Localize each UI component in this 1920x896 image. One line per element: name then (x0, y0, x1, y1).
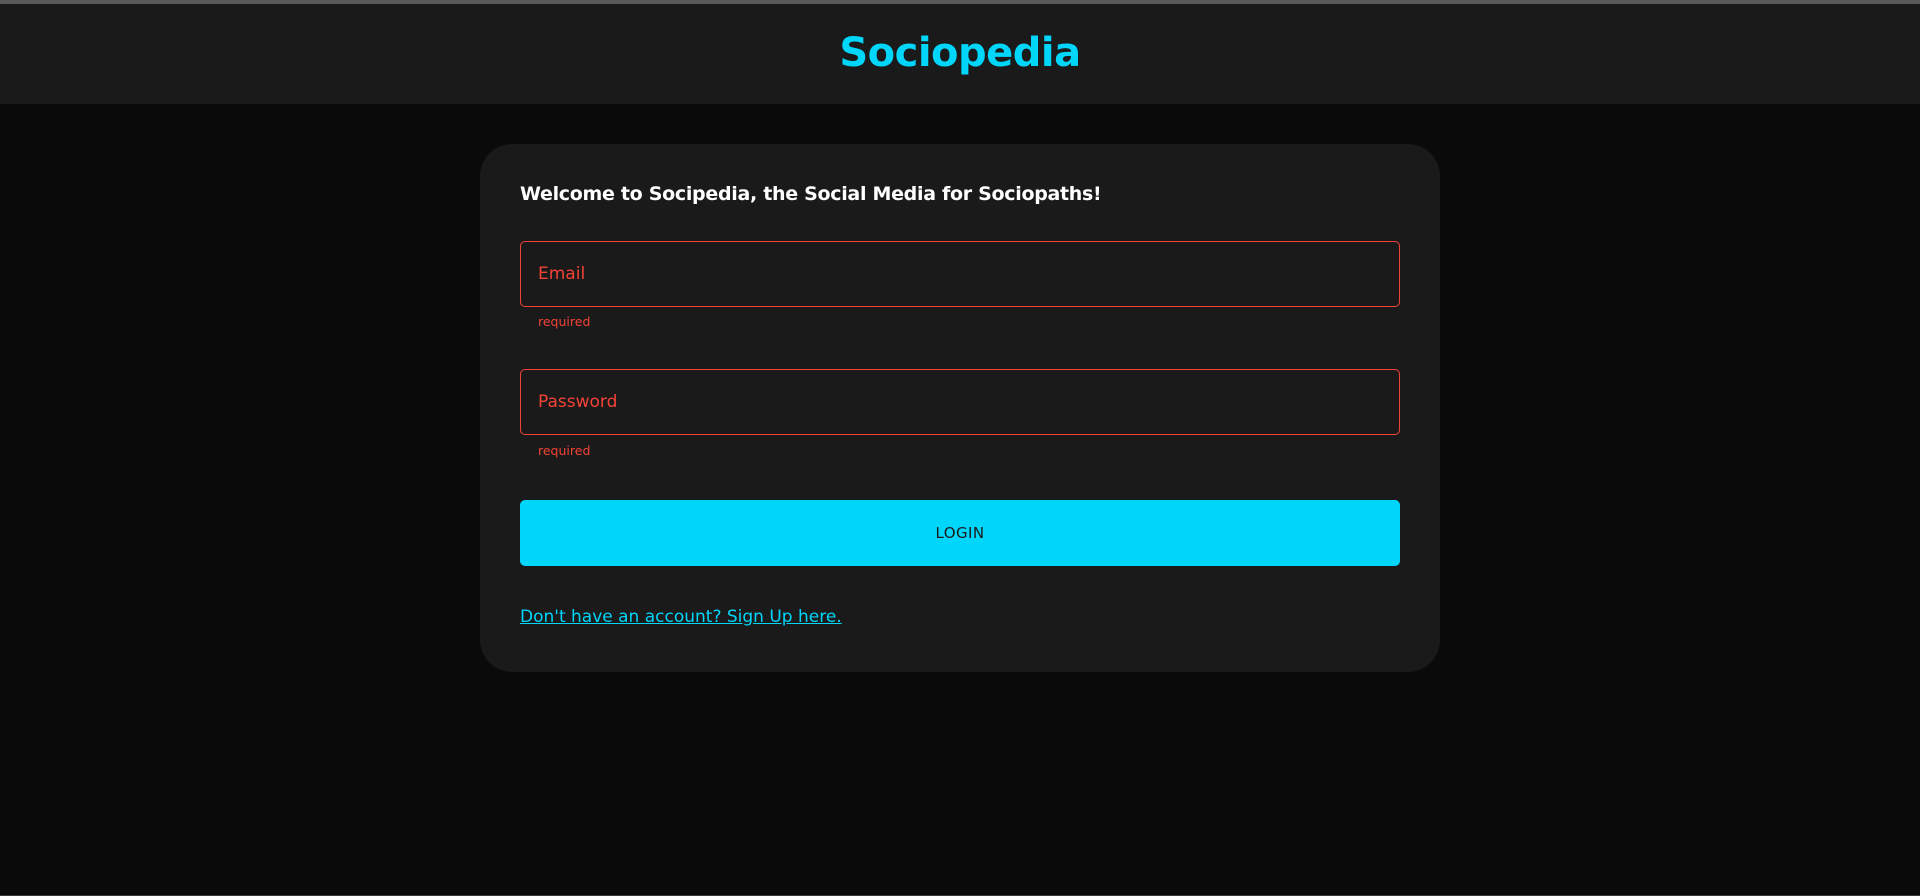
app-header: Sociopedia (0, 4, 1920, 104)
app-title[interactable]: Sociopedia (839, 30, 1081, 76)
login-button[interactable]: LOGIN (520, 500, 1400, 566)
welcome-message: Welcome to Socipedia, the Social Media f… (520, 183, 1102, 205)
email-field-wrapper (520, 241, 1400, 307)
login-card: Welcome to Socipedia, the Social Media f… (480, 144, 1440, 672)
email-field[interactable] (521, 242, 1399, 306)
email-error-text: required (538, 314, 591, 329)
password-field[interactable] (521, 370, 1399, 434)
signup-link[interactable]: Don't have an account? Sign Up here. (520, 607, 842, 627)
password-field-wrapper (520, 369, 1400, 435)
password-error-text: required (538, 443, 591, 458)
